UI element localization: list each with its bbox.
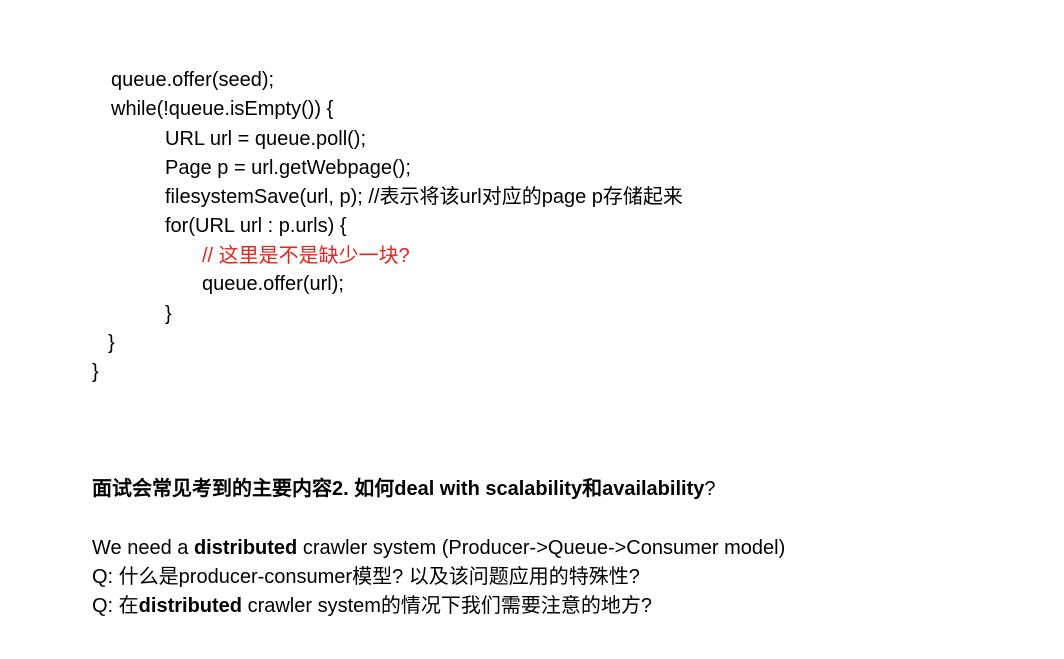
code-line: } [92, 361, 99, 383]
body-line-1-pre: We need a [92, 537, 194, 559]
body-line-3-post: crawler system的情况下我们需要注意的地方? [242, 595, 653, 617]
code-line: Page p = url.getWebpage(); [165, 157, 411, 179]
code-line: for(URL url : p.urls) { [165, 215, 347, 237]
body-line-2: Q: 什么是producer-consumer模型? 以及该问题应用的特殊性? [92, 566, 640, 588]
heading-question-mark: ? [704, 478, 716, 500]
code-line: filesystemSave(url, p); //表示将该url对应的page… [165, 186, 683, 208]
body-line-1-bold: distributed [193, 537, 298, 559]
body-line-3-bold: distributed [138, 595, 243, 617]
body-line-3: Q: 在distributed crawler system的情况下我们需要注意… [92, 592, 652, 620]
code-line: queue.offer(url); [202, 273, 344, 295]
body-line-1-post: crawler system (Producer->Queue->Consume… [297, 537, 786, 559]
heading-bold-text: 面试会常见考到的主要内容2. 如何deal with scalability和a… [92, 478, 705, 500]
body-line-1: We need a distributed crawler system (Pr… [92, 534, 785, 562]
document-page: queue.offer(seed); while(!queue.isEmpty(… [0, 0, 1064, 659]
code-line: URL url = queue.poll(); [165, 128, 367, 150]
code-line: while(!queue.isEmpty()) { [111, 98, 334, 120]
section-heading: 面试会常见考到的主要内容2. 如何deal with scalability和a… [92, 475, 715, 503]
body-line-3-pre: Q: 在 [92, 595, 139, 617]
code-line: } [165, 303, 172, 325]
code-line: } [108, 332, 115, 354]
code-line: queue.offer(seed); [111, 69, 275, 91]
code-comment-line: // 这里是不是缺少一块? [202, 245, 410, 267]
